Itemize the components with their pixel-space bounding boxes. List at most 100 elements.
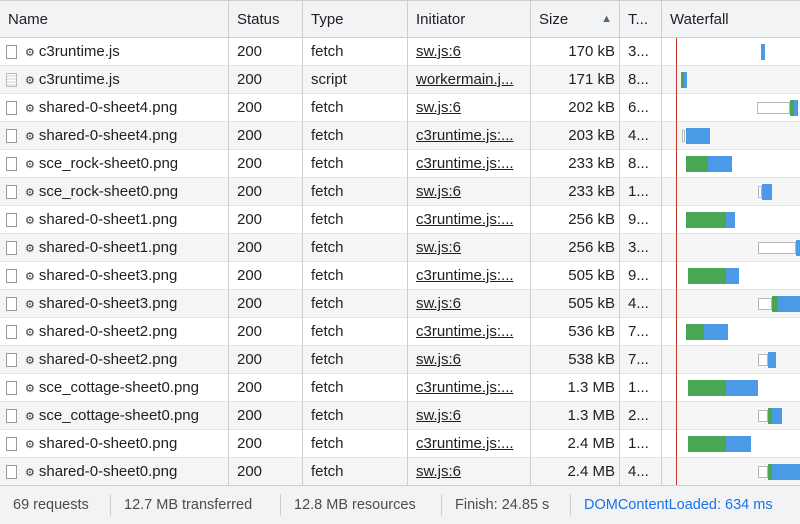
file-icon [6,409,17,424]
type-cell: fetch [303,262,408,290]
type-cell: fetch [303,374,408,402]
initiator-link[interactable]: c3runtime.js:... [408,262,531,290]
table-row[interactable]: ⚙ c3runtime.js 200 fetch sw.js:6 170 kB 3... [0,38,800,66]
gear-icon: ⚙ [25,131,35,143]
dom-content-loaded-marker [676,38,677,485]
initiator-link[interactable]: sw.js:6 [408,234,531,262]
type-cell: fetch [303,290,408,318]
column-header-status[interactable]: Status [229,1,303,38]
network-panel: Name Status Type Initiator Size ▲ T... W… [0,0,800,524]
table-row[interactable]: ⚙ sce_cottage-sheet0.png 200 fetch sw.js:6 1.… [0,402,800,430]
type-cell: script [303,66,408,94]
initiator-link[interactable]: c3runtime.js:... [408,206,531,234]
column-header-time[interactable]: T... [620,1,662,38]
waterfall-cell [662,66,800,94]
initiator-link[interactable]: c3runtime.js:... [408,122,531,150]
name-cell[interactable]: ⚙ shared-0-sheet1.png [0,206,229,234]
name-cell[interactable]: ⚙ shared-0-sheet2.png [0,318,229,346]
initiator-link[interactable]: c3runtime.js:... [408,374,531,402]
name-cell[interactable]: ⚙ sce_rock-sheet0.png [0,178,229,206]
waterfall-cell [662,150,800,178]
table-row[interactable]: ⚙ shared-0-sheet0.png 200 fetch c3runtime.js… [0,430,800,458]
name-cell[interactable]: ⚙ shared-0-sheet3.png [0,262,229,290]
gear-icon: ⚙ [25,355,35,367]
table-row[interactable]: ⚙ shared-0-sheet2.png 200 fetch c3runtime.js… [0,318,800,346]
table-row[interactable]: ⚙ c3runtime.js 200 script workermain.j... 171… [0,66,800,94]
table-row[interactable]: ⚙ sce_cottage-sheet0.png 200 fetch c3runtime… [0,374,800,402]
size-cell: 171 kB [531,66,620,94]
status-bar: 69 requests 12.7 MB transferred 12.8 MB … [0,485,800,524]
size-cell: 170 kB [531,38,620,66]
size-cell: 203 kB [531,122,620,150]
initiator-link[interactable]: c3runtime.js:... [408,318,531,346]
status-cell: 200 [229,262,303,290]
initiator-link[interactable]: workermain.j... [408,66,531,94]
type-cell: fetch [303,38,408,66]
waterfall-download-bar [761,44,765,60]
time-cell: 2... [620,402,662,430]
table-header: Name Status Type Initiator Size ▲ T... W… [0,0,800,38]
time-cell: 4... [620,290,662,318]
initiator-link[interactable]: sw.js:6 [408,290,531,318]
table-row[interactable]: ⚙ shared-0-sheet0.png 200 fetch sw.js:6 2.4 M… [0,458,800,485]
file-icon [6,437,17,452]
initiator-link[interactable]: c3runtime.js:... [408,430,531,458]
size-cell: 256 kB [531,234,620,262]
status-cell: 200 [229,38,303,66]
table-row[interactable]: ⚙ shared-0-sheet2.png 200 fetch sw.js:6 538 k… [0,346,800,374]
table-row[interactable]: ⚙ shared-0-sheet4.png 200 fetch c3runtime.js… [0,122,800,150]
name-cell[interactable]: ⚙ c3runtime.js [0,66,229,94]
table-row[interactable]: ⚙ shared-0-sheet3.png 200 fetch c3runtime.js… [0,262,800,290]
name-cell[interactable]: ⚙ sce_cottage-sheet0.png [0,402,229,430]
size-cell: 233 kB [531,178,620,206]
request-list[interactable]: ⚙ c3runtime.js 200 fetch sw.js:6 170 kB 3... ⚙ c… [0,38,800,485]
waterfall-download-bar [704,324,728,340]
name-cell[interactable]: ⚙ shared-0-sheet4.png [0,122,229,150]
table-row[interactable]: ⚙ shared-0-sheet3.png 200 fetch sw.js:6 505 k… [0,290,800,318]
initiator-link[interactable]: sw.js:6 [408,346,531,374]
initiator-link[interactable]: c3runtime.js:... [408,150,531,178]
table-row[interactable]: ⚙ shared-0-sheet1.png 200 fetch c3runtime.js… [0,206,800,234]
initiator-link[interactable]: sw.js:6 [408,94,531,122]
column-header-initiator[interactable]: Initiator [408,1,531,38]
file-icon [6,157,17,172]
waterfall-download-bar [726,380,758,396]
request-name: c3runtime.js [38,43,120,60]
name-cell[interactable]: ⚙ sce_cottage-sheet0.png [0,374,229,402]
divider [441,494,442,516]
waterfall-waiting-bar [688,268,726,284]
name-cell[interactable]: ⚙ sce_rock-sheet0.png [0,150,229,178]
table-row[interactable]: ⚙ sce_rock-sheet0.png 200 fetch sw.js:6 233 k… [0,178,800,206]
name-cell[interactable]: ⚙ shared-0-sheet0.png [0,458,229,485]
name-cell[interactable]: ⚙ shared-0-sheet3.png [0,290,229,318]
table-row[interactable]: ⚙ shared-0-sheet1.png 200 fetch sw.js:6 256 k… [0,234,800,262]
file-icon [6,465,17,480]
column-header-size[interactable]: Size ▲ [531,1,620,38]
gear-icon: ⚙ [25,159,35,171]
waterfall-cell [662,318,800,346]
column-header-waterfall[interactable]: Waterfall [662,1,800,38]
request-name: shared-0-sheet4.png [38,127,178,144]
column-header-type[interactable]: Type [303,1,408,38]
name-cell[interactable]: ⚙ shared-0-sheet0.png [0,430,229,458]
table-row[interactable]: ⚙ sce_rock-sheet0.png 200 fetch c3runtime.js… [0,150,800,178]
initiator-link[interactable]: sw.js:6 [408,38,531,66]
gear-icon: ⚙ [25,47,35,59]
waterfall-download-bar [684,72,687,88]
initiator-link[interactable]: sw.js:6 [408,178,531,206]
waterfall-download-bar [778,296,800,312]
name-cell[interactable]: ⚙ c3runtime.js [0,38,229,66]
time-cell: 1... [620,430,662,458]
status-cell: 200 [229,94,303,122]
name-cell[interactable]: ⚙ shared-0-sheet4.png [0,94,229,122]
name-cell[interactable]: ⚙ shared-0-sheet1.png [0,234,229,262]
request-name: shared-0-sheet0.png [38,463,178,480]
waterfall-cell [662,94,800,122]
gear-icon: ⚙ [25,75,35,87]
status-cell: 200 [229,458,303,485]
column-header-name[interactable]: Name [0,1,229,38]
initiator-link[interactable]: sw.js:6 [408,402,531,430]
table-row[interactable]: ⚙ shared-0-sheet4.png 200 fetch sw.js:6 202 k… [0,94,800,122]
name-cell[interactable]: ⚙ shared-0-sheet2.png [0,346,229,374]
initiator-link[interactable]: sw.js:6 [408,458,531,485]
